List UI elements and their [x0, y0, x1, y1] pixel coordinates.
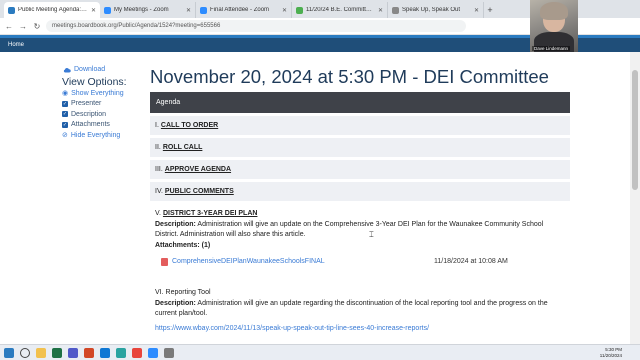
attachments-heading: Attachments: (1) [155, 241, 211, 249]
agenda-item-number: I. [155, 122, 159, 129]
agenda-item-link[interactable]: ROLL CALL [163, 144, 203, 151]
attachment-row: ComprehensiveDEIPlanWaunakeeSchoolsFINAL… [155, 257, 565, 268]
close-tab-icon[interactable]: ✕ [91, 7, 96, 14]
download-label: Download [74, 66, 106, 73]
outlook-icon[interactable] [100, 347, 110, 358]
chrome-icon[interactable] [132, 347, 142, 358]
hide-everything-link[interactable]: ⊘ Hide Everything [62, 130, 142, 141]
view-options-title: View Options: [62, 76, 127, 88]
webcam-person-hair [540, 2, 568, 20]
attachment-date: 11/18/2024 at 10:08 AM [434, 258, 508, 265]
tab-favicon-icon [296, 6, 303, 14]
agenda-item: II. ROLL CALL [150, 138, 570, 157]
cloud-download-icon [63, 67, 71, 72]
page-title: November 20, 2024 at 5:30 PM - DEI Commi… [150, 66, 549, 87]
description-text: Administration will give an update on th… [155, 220, 544, 239]
agenda-item-link[interactable]: CALL TO ORDER [161, 122, 218, 129]
agenda-item-link[interactable]: APPROVE AGENDA [165, 166, 231, 173]
tab-title: Public Meeting Agenda: Nove [18, 7, 88, 13]
url-input[interactable]: meetings.boardbook.org/Public/Agenda/152… [46, 20, 466, 32]
browser-tab[interactable]: Final Attendee - Zoom ✕ [196, 2, 292, 18]
agenda-item: IV. PUBLIC COMMENTS [150, 182, 570, 201]
teams-icon[interactable] [68, 347, 78, 358]
home-link[interactable]: Home [8, 42, 24, 48]
close-tab-icon[interactable]: ✕ [378, 7, 383, 14]
browser-tab[interactable]: Speak Up, Speak Out ✕ [388, 2, 484, 18]
search-icon[interactable] [20, 347, 30, 358]
tab-title: Speak Up, Speak Out [402, 7, 461, 13]
description-text: Administration will give an update regar… [155, 299, 548, 318]
show-everything-label: Show Everything [71, 89, 124, 97]
close-tab-icon[interactable]: ✕ [282, 7, 287, 14]
agenda-item-number: VI. [155, 289, 164, 296]
edge-icon[interactable] [116, 347, 126, 358]
show-everything-link[interactable]: ◉ Show Everything [62, 88, 142, 99]
agenda-item-title[interactable]: Reporting Tool [166, 289, 211, 296]
back-icon[interactable]: ← [4, 22, 14, 31]
close-tab-icon[interactable]: ✕ [186, 7, 191, 14]
tab-title: 11/20/24 B.E. Committee Meetin [306, 7, 375, 13]
windows-start-icon[interactable] [4, 347, 14, 358]
reload-icon[interactable]: ↻ [32, 22, 42, 31]
attachment-link[interactable]: ComprehensiveDEIPlanWaunakeeSchoolsFINAL [172, 257, 434, 268]
checkbox-checked-icon: ✓ [62, 111, 68, 118]
article-link[interactable]: https://www.wbay.com/2024/11/13/speak-up… [155, 324, 565, 335]
agenda-item: III. APPROVE AGENDA [150, 160, 570, 179]
checkbox-checked-icon: ✓ [62, 121, 68, 128]
file-explorer-icon[interactable] [36, 347, 46, 358]
eye-slash-icon: ⊘ [62, 132, 68, 140]
checkbox-checked-icon: ✓ [62, 100, 68, 107]
hide-everything-label: Hide Everything [70, 131, 121, 139]
attachments-label: Attachments [71, 121, 110, 129]
system-clock[interactable]: 5:30 PM 11/20/2024 [600, 347, 622, 358]
webcam-overlay: Dave Lindemann [530, 0, 578, 52]
tab-favicon-icon [392, 6, 399, 14]
excel-icon[interactable] [52, 347, 62, 358]
description-label: Description [71, 110, 107, 118]
presenter-label: Presenter [71, 100, 102, 108]
eye-icon: ◉ [62, 90, 69, 98]
agenda-item-detail: VI. Reporting Tool Description: Administ… [150, 288, 570, 334]
page-scrollbar[interactable] [630, 52, 640, 344]
tab-favicon-icon [8, 6, 15, 14]
powerpoint-icon[interactable] [84, 347, 94, 358]
zoom-icon[interactable] [148, 347, 158, 358]
download-link[interactable]: Download [63, 66, 142, 73]
presenter-checkbox[interactable]: ✓ Presenter [62, 99, 142, 110]
browser-tab[interactable]: Public Meeting Agenda: Nove ✕ [4, 2, 100, 18]
webcam-name-label: Dave Lindemann [532, 46, 571, 51]
pdf-file-icon [161, 258, 168, 267]
agenda-item-number: II. [155, 144, 161, 151]
app-icon[interactable] [164, 347, 174, 358]
description-heading: Description: [155, 220, 196, 228]
description-checkbox[interactable]: ✓ Description [62, 109, 142, 120]
agenda-item-link[interactable]: PUBLIC COMMENTS [165, 188, 234, 195]
new-tab-button[interactable]: + [484, 2, 496, 18]
close-tab-icon[interactable]: ✕ [474, 7, 479, 14]
os-taskbar: 5:30 PM 11/20/2024 [0, 344, 640, 360]
description-heading: Description: [155, 299, 196, 307]
scrollbar-thumb[interactable] [632, 70, 638, 190]
clock-date: 11/20/2024 [599, 352, 622, 358]
agenda-header: Agenda [150, 92, 570, 113]
attachments-checkbox[interactable]: ✓ Attachments [62, 120, 142, 131]
tab-title: Final Attendee - Zoom [210, 7, 270, 13]
agenda-item-number: IV. [155, 188, 163, 195]
forward-icon[interactable]: → [18, 22, 28, 31]
agenda-item-number: III. [155, 166, 163, 173]
agenda-item-number: V. [155, 210, 161, 217]
mouse-cursor-icon: ⌶ [369, 230, 374, 239]
tab-favicon-icon [200, 6, 207, 14]
view-options-panel: Download View Options: ◉ Show Everything… [62, 66, 142, 141]
tab-favicon-icon [104, 6, 111, 14]
agenda-item: I. CALL TO ORDER [150, 116, 570, 135]
browser-tab[interactable]: My Meetings - Zoom ✕ [100, 2, 196, 18]
agenda-item-detail: V. DISTRICT 3-YEAR DEI PLAN Description:… [150, 209, 570, 268]
tab-title: My Meetings - Zoom [114, 7, 169, 13]
agenda-item-link[interactable]: DISTRICT 3-YEAR DEI PLAN [163, 210, 258, 217]
browser-tab[interactable]: 11/20/24 B.E. Committee Meetin ✕ [292, 2, 388, 18]
